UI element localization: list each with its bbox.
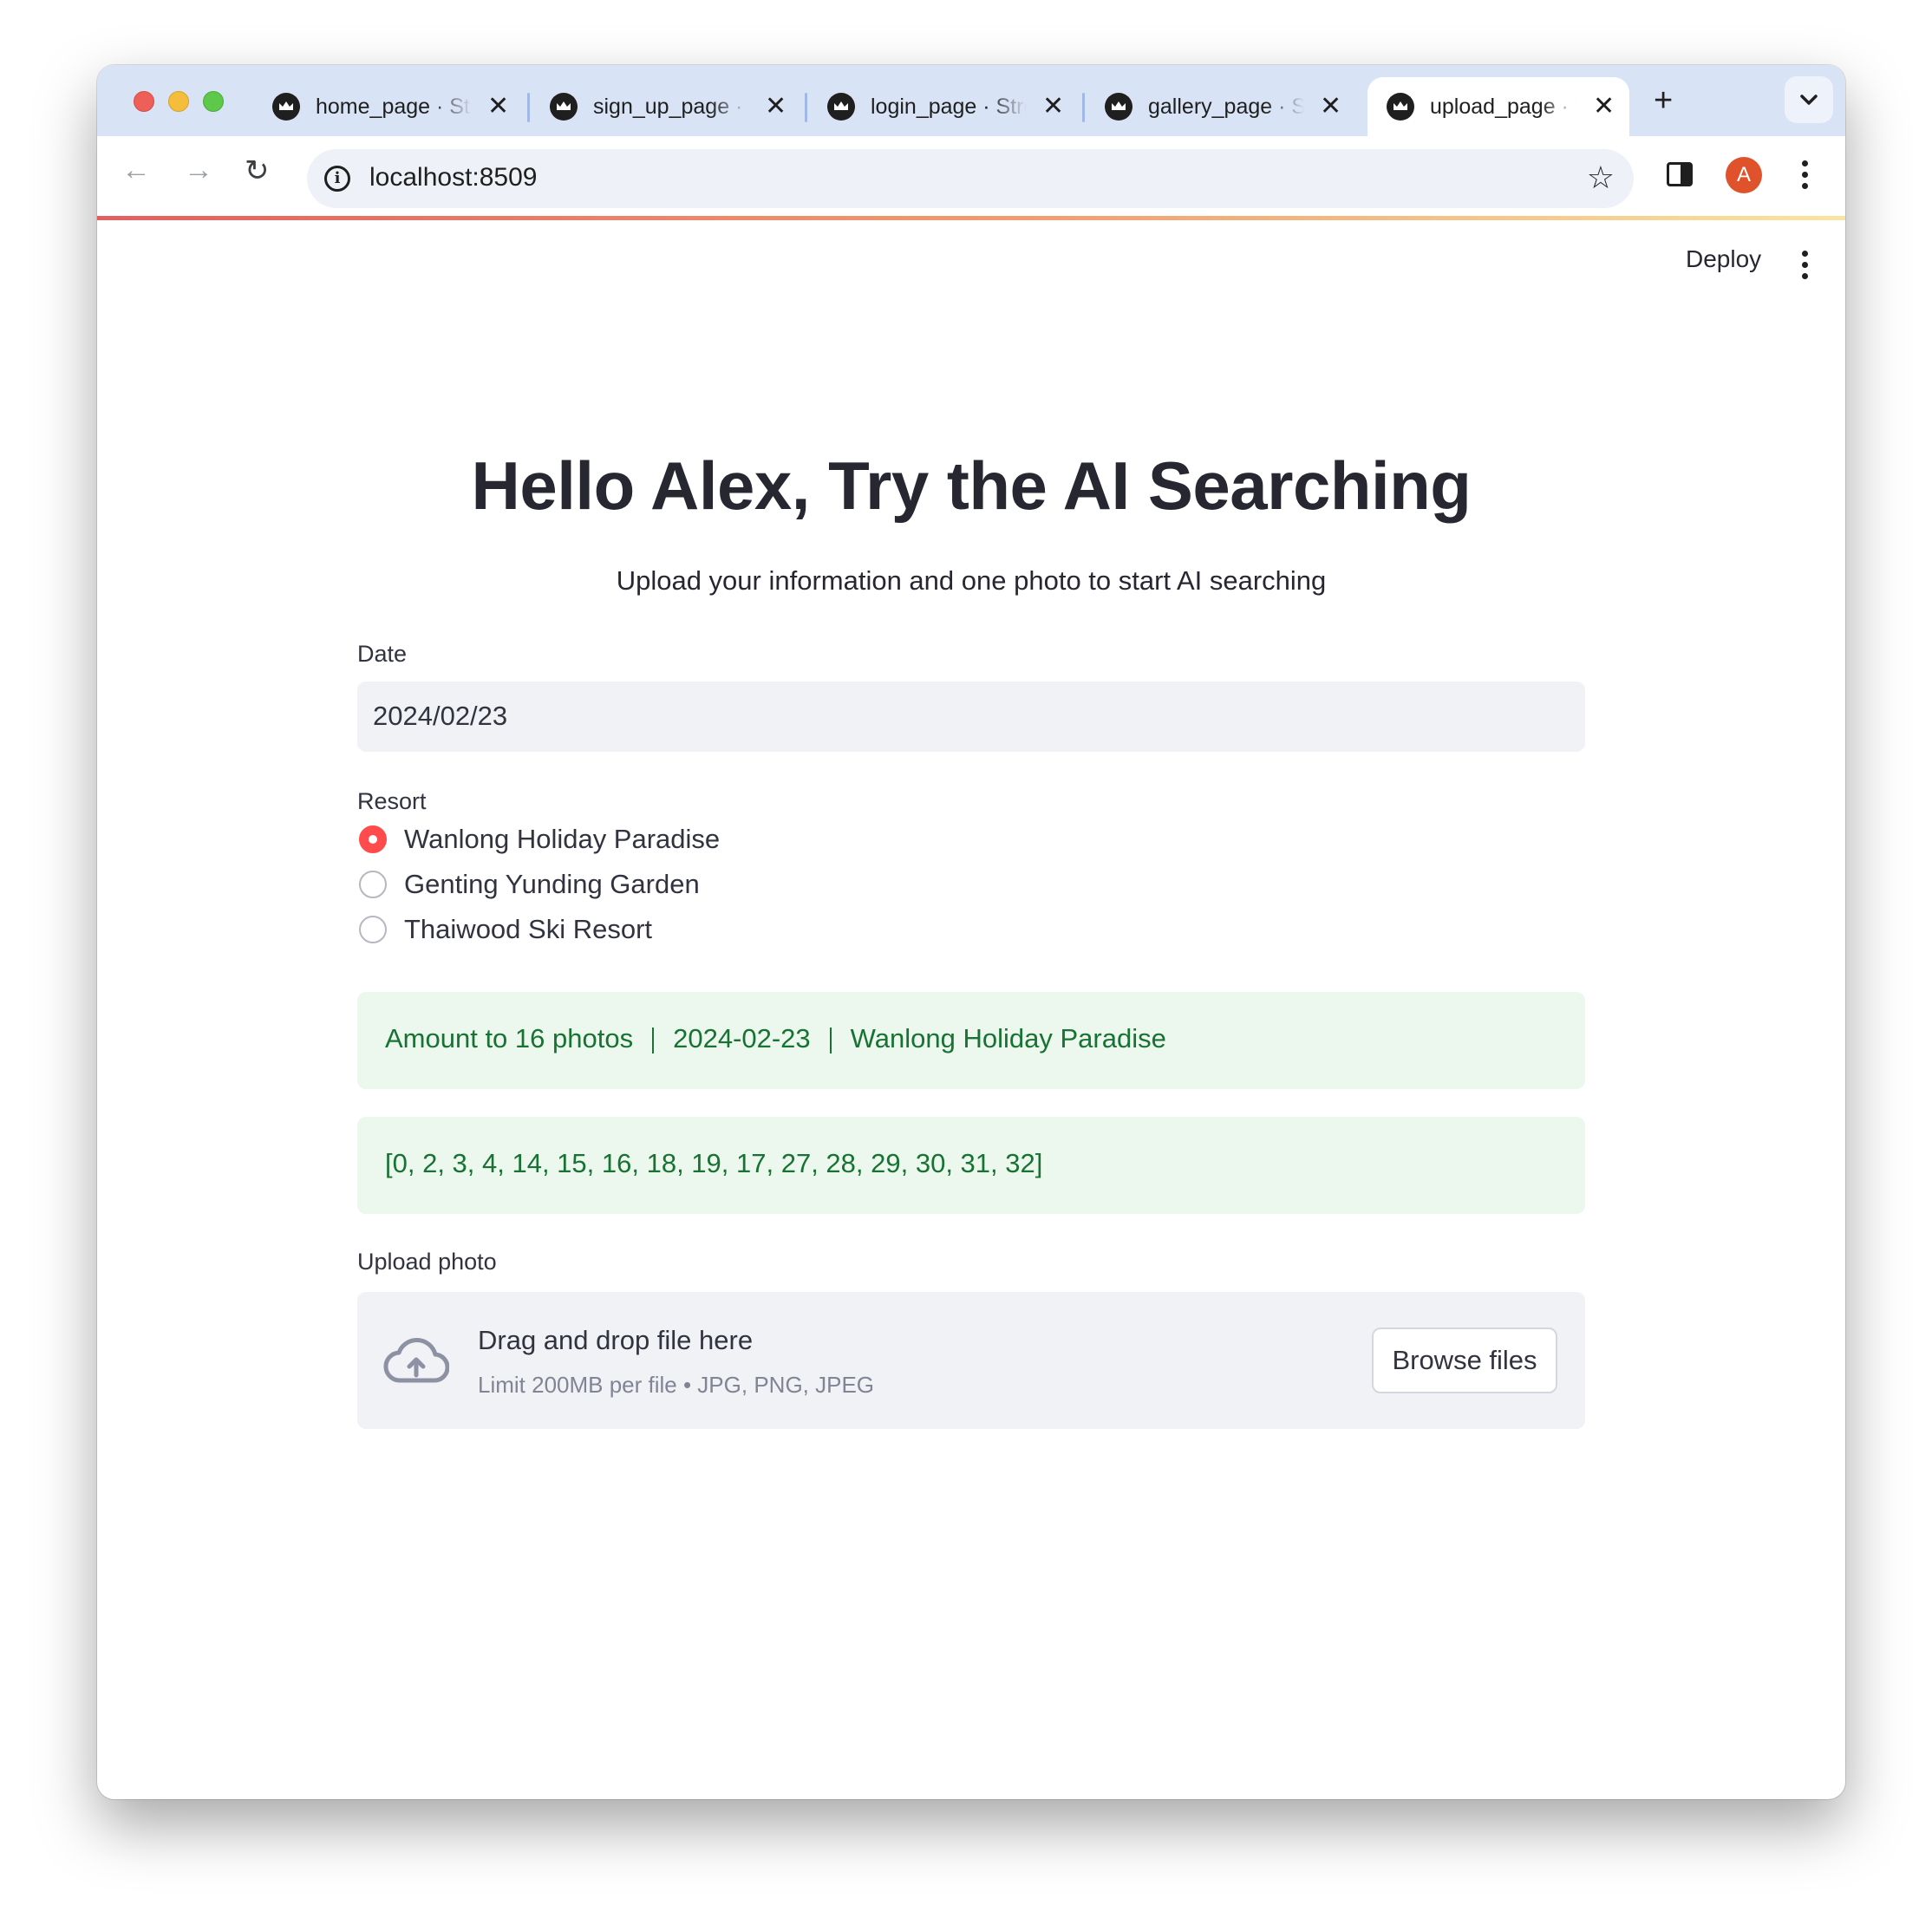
summary-alert: Amount to 16 photos 2024-02-23 Wanlong Hol… — [357, 992, 1585, 1089]
site-info-icon[interactable]: i — [324, 166, 350, 192]
summary-date-text: 2024-02-23 — [673, 1023, 811, 1054]
cloud-upload-icon — [383, 1337, 449, 1383]
summary-resort-text: Wanlong Holiday Paradise — [850, 1023, 1166, 1054]
resort-option-wanlong[interactable]: Wanlong Holiday Paradise — [359, 824, 720, 855]
app-menu-icon[interactable] — [1802, 251, 1808, 279]
divider — [652, 1027, 655, 1054]
tab-separator — [1082, 93, 1085, 122]
close-icon[interactable]: ✕ — [487, 94, 509, 120]
streamlit-favicon-icon — [550, 93, 578, 121]
radio-label: Genting Yunding Garden — [404, 869, 700, 899]
forward-icon[interactable]: → — [184, 153, 213, 187]
tab-login-page[interactable]: login_page · Streamlit ✕ — [808, 77, 1077, 136]
tab-title: sign_up_page · Streamlit — [593, 94, 749, 119]
url-text[interactable]: localhost:8509 — [369, 163, 537, 192]
page-subtitle: Upload your information and one photo to… — [616, 565, 1327, 596]
tab-sign-up-page[interactable]: sign_up_page · Streamlit ✕ — [531, 77, 800, 136]
divider — [829, 1027, 832, 1054]
streamlit-favicon-icon — [827, 93, 855, 121]
close-icon[interactable]: ✕ — [1593, 94, 1615, 120]
radio-unselected-icon[interactable] — [359, 916, 387, 943]
browser-toolbar: ← → ↻ i localhost:8509 ☆ A — [97, 136, 1845, 216]
resort-label: Resort — [357, 788, 427, 814]
date-label: Date — [357, 641, 408, 667]
tab-separator — [805, 93, 807, 122]
new-tab-button[interactable]: + — [1654, 82, 1673, 120]
browser-window: home_page · Streamlit ✕ sign_up_page · S… — [97, 65, 1845, 1799]
tab-gallery-page[interactable]: gallery_page · Streamlit ✕ — [1086, 77, 1354, 136]
back-icon[interactable]: ← — [121, 153, 151, 187]
window-minimize-button[interactable] — [168, 91, 189, 112]
photo-ids-text: [0, 2, 3, 4, 14, 15, 16, 18, 19, 17, 27,… — [385, 1148, 1043, 1178]
tab-title: login_page · Streamlit — [871, 94, 1027, 119]
upload-label: Upload photo — [357, 1249, 497, 1275]
page-top-accent-bar — [97, 216, 1845, 220]
window-maximize-button[interactable] — [203, 91, 224, 112]
bookmark-star-icon[interactable]: ☆ — [1587, 160, 1615, 196]
profile-avatar[interactable]: A — [1726, 157, 1762, 193]
resort-option-thaiwood[interactable]: Thaiwood Ski Resort — [359, 914, 652, 945]
photo-amount-text: Amount to 16 photos — [385, 1023, 634, 1054]
resort-option-genting[interactable]: Genting Yunding Garden — [359, 869, 700, 900]
close-icon[interactable]: ✕ — [1042, 94, 1064, 120]
browse-files-button[interactable]: Browse files — [1372, 1328, 1557, 1393]
streamlit-favicon-icon — [272, 93, 300, 121]
page-title: Hello Alex, Try the AI Searching — [471, 447, 1472, 524]
drag-drop-text: Drag and drop file here — [478, 1325, 754, 1355]
window-close-button[interactable] — [134, 91, 154, 112]
tab-title: upload_page · Streamlit — [1430, 94, 1577, 119]
side-panel-icon[interactable] — [1667, 162, 1693, 186]
tab-search-button[interactable] — [1785, 76, 1833, 123]
photo-ids-alert: [0, 2, 3, 4, 14, 15, 16, 18, 19, 17, 27,… — [357, 1117, 1585, 1214]
radio-label: Wanlong Holiday Paradise — [404, 824, 721, 854]
date-input[interactable]: 2024/02/23 — [357, 682, 1585, 752]
reload-icon[interactable]: ↻ — [245, 153, 270, 188]
tab-title: gallery_page · Streamlit — [1148, 94, 1304, 119]
browser-menu-icon[interactable] — [1802, 160, 1808, 189]
file-uploader-dropzone[interactable]: Drag and drop file here Limit 200MB per … — [357, 1292, 1585, 1429]
tab-separator — [527, 93, 530, 122]
radio-selected-icon[interactable] — [359, 825, 387, 853]
radio-label: Thaiwood Ski Resort — [404, 914, 653, 944]
close-icon[interactable]: ✕ — [765, 94, 787, 120]
tab-upload-page[interactable]: upload_page · Streamlit ✕ — [1367, 77, 1629, 136]
deploy-button[interactable]: Deploy — [1686, 245, 1761, 273]
radio-unselected-icon[interactable] — [359, 871, 387, 898]
tab-home-page[interactable]: home_page · Streamlit ✕ — [253, 77, 522, 136]
close-icon[interactable]: ✕ — [1320, 94, 1341, 120]
tab-title: home_page · Streamlit — [316, 94, 472, 119]
address-bar[interactable]: i localhost:8509 ☆ — [307, 149, 1634, 208]
tab-strip: home_page · Streamlit ✕ sign_up_page · S… — [97, 65, 1845, 136]
streamlit-favicon-icon — [1105, 93, 1132, 121]
chevron-down-icon — [1800, 95, 1818, 105]
upload-limit-text: Limit 200MB per file • JPG, PNG, JPEG — [478, 1372, 875, 1398]
streamlit-favicon-icon — [1387, 93, 1414, 121]
